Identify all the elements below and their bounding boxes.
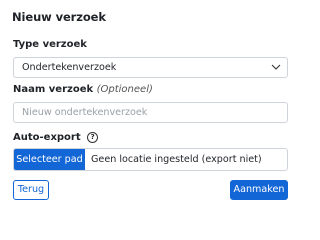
name-input-placeholder: Nieuw ondertekenverzoek xyxy=(22,107,148,118)
new-request-dialog: Nieuw verzoek Type verzoek Ondertekenver… xyxy=(0,0,300,223)
dialog-title: Nieuw verzoek xyxy=(12,10,106,24)
export-location-status: Geen locatie ingesteld (export niet) xyxy=(91,154,262,165)
create-button[interactable]: Aanmaken xyxy=(230,180,288,200)
help-circle-icon[interactable]: ? xyxy=(87,132,99,143)
name-label: Naam verzoek (Optioneel) xyxy=(13,84,153,95)
type-label: Type verzoek xyxy=(13,39,87,50)
chevron-down-icon xyxy=(271,64,281,70)
back-button[interactable]: Terug xyxy=(13,180,49,200)
type-select-value: Ondertekenverzoek xyxy=(22,62,117,73)
select-path-button[interactable]: Selecteer pad xyxy=(14,149,85,170)
optional-hint: (Optioneel) xyxy=(96,84,153,95)
auto-export-label: Auto-export ? xyxy=(13,132,99,143)
auto-export-field: Selecteer pad Geen locatie ingesteld (ex… xyxy=(13,148,288,171)
name-input[interactable]: Nieuw ondertekenverzoek xyxy=(13,102,288,123)
type-select[interactable]: Ondertekenverzoek xyxy=(13,57,288,78)
auto-export-label-text: Auto-export xyxy=(13,132,81,143)
name-label-text: Naam verzoek xyxy=(13,84,94,95)
